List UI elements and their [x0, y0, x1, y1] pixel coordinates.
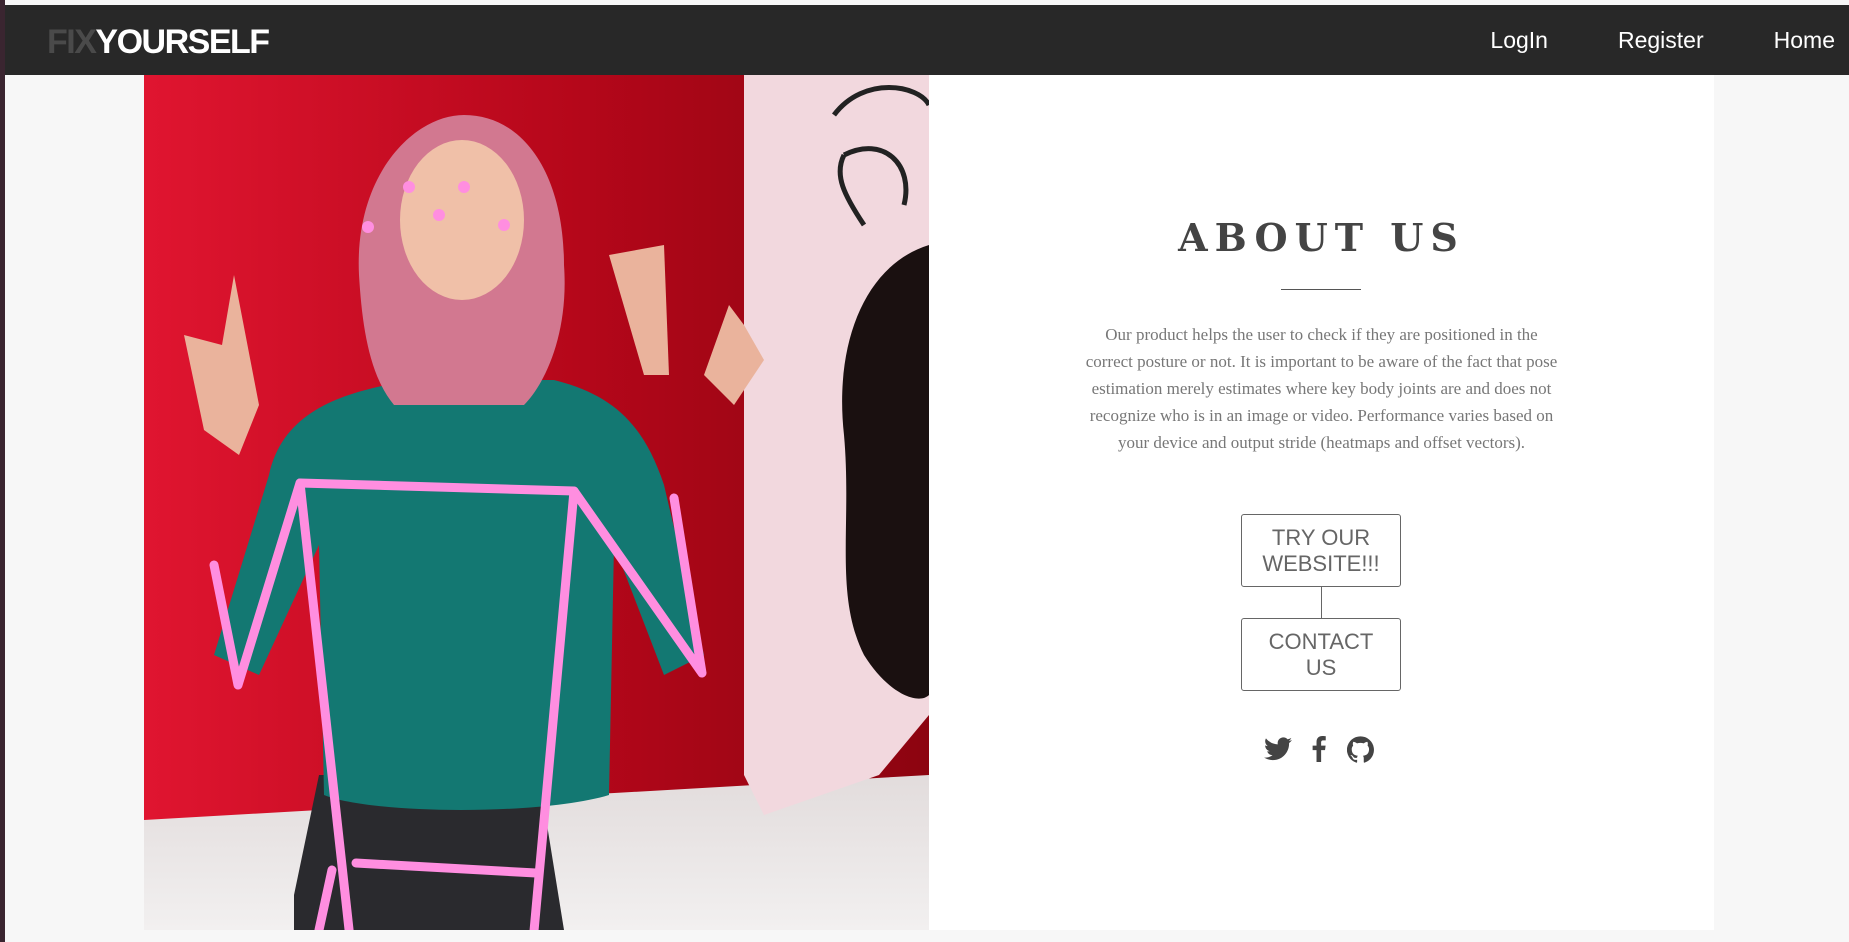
- about-title: ABOUT US: [1178, 215, 1465, 260]
- brand-logo[interactable]: FIXYOURSELF: [47, 22, 270, 62]
- nav-link-login[interactable]: LogIn: [1490, 27, 1548, 54]
- nav-link-register[interactable]: Register: [1618, 27, 1704, 54]
- pose-estimation-photo: [144, 75, 929, 930]
- nav-link-home[interactable]: Home: [1774, 27, 1835, 54]
- facebook-icon[interactable]: [1305, 735, 1333, 763]
- button-connector-line: [1321, 587, 1322, 618]
- about-description: Our product helps the user to check if t…: [1085, 325, 1558, 452]
- title-divider: [1281, 289, 1361, 290]
- navbar: FIXYOURSELF LogIn Register Home: [5, 5, 1849, 75]
- main-content: ABOUT US Our product helps the user to c…: [144, 75, 1714, 930]
- twitter-icon[interactable]: [1264, 735, 1292, 763]
- brand-logo-yourself: YOURSELF: [95, 23, 270, 61]
- window-edge: [0, 0, 5, 942]
- brand-logo-fix: FIX: [47, 23, 97, 61]
- social-links: [1264, 735, 1374, 763]
- contact-us-button[interactable]: CONTACT US: [1241, 618, 1401, 691]
- try-website-button[interactable]: TRY OUR WEBSITE!!!: [1241, 514, 1401, 587]
- nav-links: LogIn Register Home: [1420, 5, 1835, 75]
- github-icon[interactable]: [1346, 735, 1374, 763]
- about-section: ABOUT US Our product helps the user to c…: [929, 75, 1714, 930]
